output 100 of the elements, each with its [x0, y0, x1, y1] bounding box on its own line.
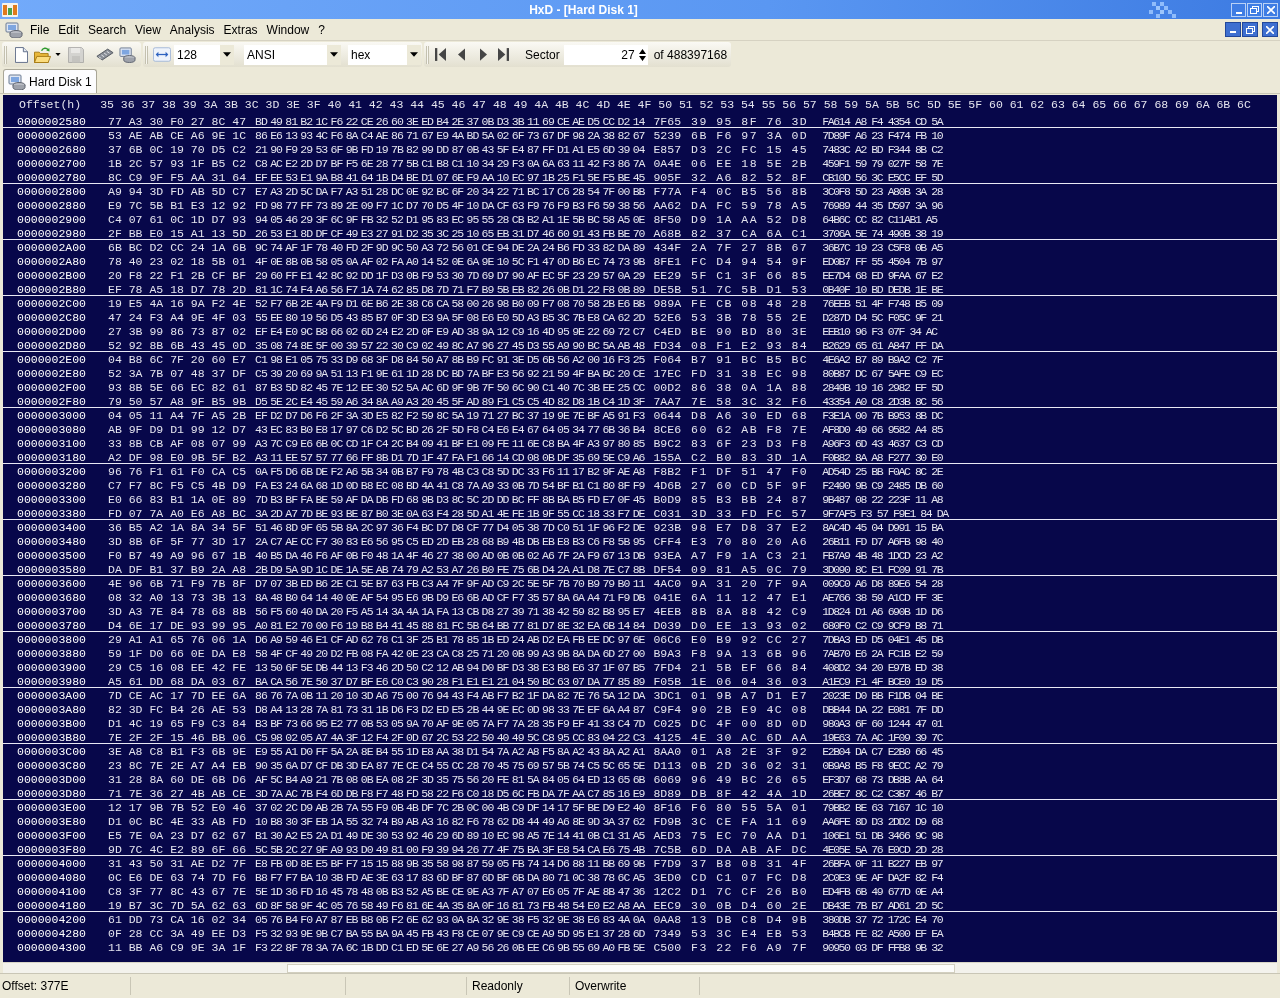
dropdown[interactable]: hex	[348, 44, 421, 65]
row-offset: 0000003C00	[17, 744, 86, 758]
column-header: 3A	[203, 98, 218, 112]
row-offset: 0000003C80	[17, 758, 86, 772]
status-text: Readonly	[472, 979, 523, 993]
column-header: 41	[348, 98, 362, 112]
hex-bytes: 10 B8 30 3F EB 1A 55 32 74 B9 AB A3 16 82 F6 78 62 D8 44 49 A6 8E 9D 3A 37 62	[255, 814, 645, 828]
hex-bytes: 7FD4	[653, 660, 682, 674]
hex-bytes: 4EEB	[653, 604, 682, 618]
menu-item[interactable]: Window	[263, 21, 313, 38]
hex-bytes: 3C0F8 5D 23 A80B 3A 28	[822, 184, 943, 198]
hex-bytes: 35 08 74 8E 5F 00 39 57 22 30 C9 02 49 8C A7 96 27 45 D3 55 A9 90 BC 5A AB 48	[255, 338, 645, 352]
sector-field[interactable]: 27	[563, 44, 648, 65]
hex-bytes: DC 4F 00 8D 0D	[691, 716, 809, 730]
hex-bytes: 0B9A8 B5 F8 9ECC A2 79	[822, 758, 943, 772]
hex-bytes: C8 3F 77 8C 43 67 7E	[108, 884, 247, 898]
column-header: 3C	[244, 98, 259, 112]
hex-bytes: 26BE7 8C C2 C3B7 46 B7	[822, 786, 943, 800]
column-header: 68	[1154, 98, 1169, 112]
hex-bytes: 4D6B	[653, 478, 682, 492]
hex-bytes: 06 EE 18 5E 2B	[691, 156, 809, 170]
menu-item[interactable]: ?	[315, 21, 328, 38]
row-offset: 0000003B80	[17, 730, 86, 744]
hex-bytes: E0 B9 92 CC 27	[691, 632, 809, 646]
hex-bytes: 86 E6 13 93 4C F6 8A C4 AE 86 71 67 E9 4A BD 5A 02 6F 73 67 DF 98 2A 38 82 67	[255, 128, 645, 142]
hex-bytes: 9A 31 20 7F 9A	[691, 576, 809, 590]
hex-bytes: 82 3D FC B4 26 AE 53	[108, 702, 247, 716]
hex-bytes: FD9B	[653, 814, 682, 828]
hex-bytes: 0B40F 10 BD DEDB 1E BE	[822, 282, 943, 296]
window-title: HxD - [Hard Disk 1]	[529, 1, 638, 18]
menu-item[interactable]: Extras	[220, 21, 261, 38]
hex-bytes: 0C E6 DE 63 74 7D F6	[108, 870, 247, 884]
menu-item[interactable]: Analysis	[166, 21, 218, 38]
hex-bytes: 90950 03 DF FFB8 9B 32	[822, 940, 943, 954]
hex-bytes: 19 E5 4A 16 9A F2 4E	[108, 296, 247, 310]
hex-bytes: C031	[653, 506, 682, 520]
hex-bytes: 09 81 A5 0C 79	[691, 562, 809, 576]
hex-bytes: 60 62 AB F8 7E	[691, 422, 809, 436]
hex-bytes: E3 70 80 20 A6	[691, 534, 809, 548]
close-button[interactable]	[1262, 22, 1278, 37]
hex-bytes: 20 F8 22 F1 2B CF BF	[108, 268, 247, 282]
hex-bytes: ED0B7 FF 55 4504 7B 97	[822, 254, 943, 268]
column-header: 4B	[554, 98, 569, 112]
dropdown[interactable]: ANSI	[244, 44, 341, 65]
hex-bytes: B1 30 A2 E5 2A D1 49 DE 30 53 92 46 29 6D 89 10 EC 98 A5 7E 14 41 0B C1 31 A5	[255, 828, 645, 842]
menu-item[interactable]: Search	[85, 21, 130, 38]
hex-bytes: A7 F9 1A C3 21	[691, 548, 809, 562]
column-header: 44	[410, 98, 424, 112]
hex-bytes: 36 B5 A2 1A 8A 34 5F	[108, 520, 247, 534]
hex-bytes: 6069	[653, 772, 682, 786]
tab[interactable]: Hard Disk 1	[3, 69, 97, 93]
hex-bytes: 53 3B 78 55 2E	[691, 310, 809, 324]
hex-bytes: 47 24 F3 A4 9E 4F 03	[108, 310, 247, 324]
row-offset: 0000002E80	[17, 366, 86, 380]
scrollbar-thumb[interactable]	[287, 963, 955, 973]
hex-bytes: 5239	[653, 128, 682, 142]
row-offset: 0000002D00	[17, 324, 86, 338]
hex-bytes: 00D2	[653, 380, 682, 394]
row-offset: 0000004180	[17, 898, 86, 912]
hex-bytes: FC D4 94 54 9F	[691, 254, 809, 268]
hex-bytes: F77A	[653, 184, 682, 198]
row-offset: 0000003D00	[17, 772, 86, 786]
hex-bytes: 04 B8 6C 7F 20 60 E7	[108, 352, 247, 366]
menu-item[interactable]: Edit	[55, 21, 83, 38]
row-offset: 0000002780	[17, 170, 86, 184]
hex-bytes: 87 B3 5D 82 45 7E 12 EE 30 52 5A AC 6D 9F 9B 7F 50 6C 90 C1 40 7C 3B EE 25 CC	[255, 380, 645, 394]
row-offset: 0000002980	[17, 226, 86, 240]
row-offset: 0000003780	[17, 618, 86, 632]
hex-bytes: 51 7C 5B D1 53	[691, 282, 809, 296]
hex-bytes: 5F C1 3F 66 85	[691, 268, 809, 282]
restore-button[interactable]	[1242, 22, 1258, 37]
restore-icon	[1245, 25, 1255, 34]
hex-bytes: 27 3B 99 86 73 87 02	[108, 324, 247, 338]
column-header: 42	[368, 98, 383, 112]
column-header: 5F	[968, 98, 983, 112]
folder-icon	[33, 46, 51, 63]
menu-item[interactable]: File	[27, 21, 53, 38]
skip-start-icon	[434, 48, 446, 61]
hex-bytes: 7D CE AC 17 7D EE 6A	[108, 688, 247, 702]
disk-icon	[8, 73, 26, 90]
hex-bytes: 041E	[653, 590, 682, 604]
hex-bytes: BD 49 81 B2 1C F6 22 CE 26 60 3E ED B4 2E 37 0B D3 3B 11 69 CE AE D5 CC D2 14	[255, 114, 645, 128]
row-offset: 0000003A80	[17, 702, 86, 716]
row-offset: 0000003300	[17, 492, 86, 506]
hex-bytes: AB 9F D9 D1 99 12 D7	[108, 422, 247, 436]
disk-icon	[5, 21, 23, 38]
row-offset: 0000003380	[17, 506, 86, 520]
hex-bytes: 94 05 46 29 3F 6C 9F FB 32 52 D1 95 83 EC 95 55 28 CB B2 A1 1E 5B BC 58 A5 0E	[255, 212, 645, 226]
hex-bytes: AA6FE 8D D3 2DD2 D9 68	[822, 814, 943, 828]
hex-bytes: DA FC 59 78 A5	[691, 198, 809, 212]
column-header: 57	[802, 98, 817, 112]
hex-bytes: 8AA0	[653, 744, 682, 758]
column-header: 5D	[927, 98, 941, 112]
hex-bytes: 29 60 FF E1 42 8C 92 DD 1F D3 0B F9 53 30 7D 69 D7 90 AF EC 5F 23 29 57 0A 29	[255, 268, 645, 282]
dropdown[interactable]: 128	[174, 44, 234, 65]
minimize-button[interactable]	[1225, 22, 1241, 37]
hex-bytes: 459F1 59 79 027F 58 7E	[822, 156, 943, 170]
menu-item[interactable]: View	[132, 21, 164, 38]
row-offset: 0000003880	[17, 646, 86, 660]
horizontal-scrollbar[interactable]	[3, 962, 1277, 973]
